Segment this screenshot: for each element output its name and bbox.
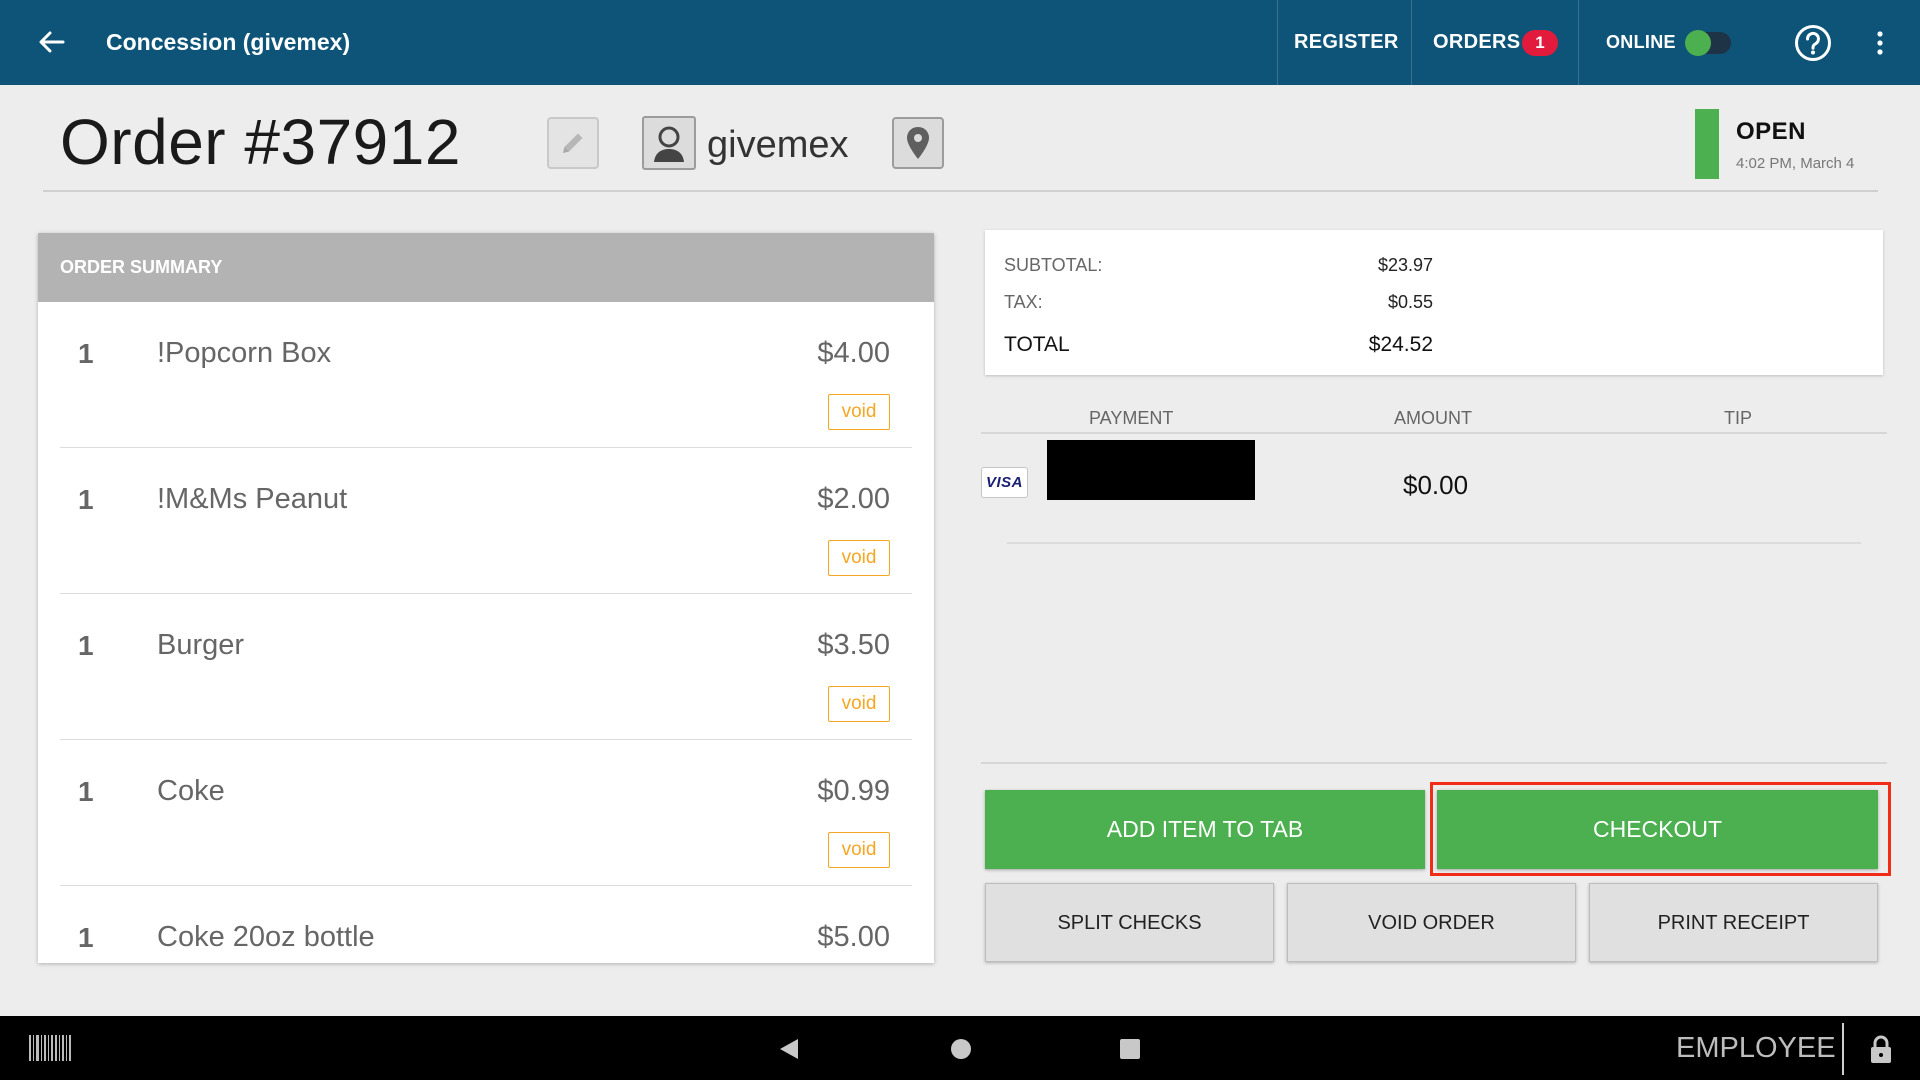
help-icon[interactable] (1794, 24, 1832, 62)
print-receipt-button[interactable]: PRINT RECEIPT (1589, 883, 1878, 962)
void-order-button[interactable]: VOID ORDER (1287, 883, 1576, 962)
order-item[interactable]: 1 !M&Ms Peanut $2.00 void (60, 448, 912, 594)
item-price: $3.50 (817, 629, 890, 661)
redacted-card-number (1047, 440, 1255, 500)
void-item-button[interactable]: void (828, 394, 890, 430)
nav-back-icon[interactable] (778, 1037, 800, 1066)
divider (1411, 0, 1412, 85)
header-divider (43, 190, 1878, 192)
total-value: $24.52 (1368, 333, 1433, 356)
item-quantity: 1 (78, 338, 94, 369)
online-toggle[interactable] (1685, 30, 1731, 56)
app-title: Concession (givemex) (106, 29, 351, 55)
item-name: Coke 20oz bottle (157, 921, 375, 953)
item-name: Coke (157, 775, 225, 807)
item-name: !Popcorn Box (157, 337, 332, 369)
order-summary-heading: ORDER SUMMARY (38, 233, 934, 302)
nav-home-icon[interactable] (950, 1038, 972, 1065)
back-arrow-icon[interactable] (30, 20, 74, 64)
customer-avatar-icon[interactable] (642, 116, 696, 170)
item-quantity: 1 (78, 484, 94, 515)
item-name: Burger (157, 629, 245, 661)
system-bar-divider (1842, 1023, 1844, 1075)
order-title: Order #37912 (60, 106, 461, 178)
payment-row-divider (1007, 542, 1861, 544)
order-status: OPEN (1736, 118, 1807, 145)
order-item[interactable]: 1 Coke 20oz bottle $5.00 (60, 886, 912, 963)
divider (1277, 0, 1278, 85)
orders-button[interactable]: ORDERS (1433, 0, 1520, 85)
subtotal-label: SUBTOTAL: (1004, 255, 1103, 275)
register-button[interactable]: REGISTER (1294, 0, 1399, 85)
payment-amount: $0.00 (1403, 470, 1469, 500)
tip-column-header: TIP (1724, 408, 1753, 428)
employee-button[interactable]: EMPLOYEE (1676, 1032, 1836, 1065)
order-timestamp: 4:02 PM, March 4 (1736, 155, 1855, 172)
customer-name: givemex (707, 124, 849, 166)
payments-header-divider (981, 432, 1887, 434)
location-pin-icon[interactable] (892, 117, 944, 169)
subtotal-value: $23.97 (1377, 255, 1433, 275)
order-item[interactable]: 1 Burger $3.50 void (60, 594, 912, 740)
payments-footer-divider (981, 762, 1887, 764)
item-quantity: 1 (78, 630, 94, 661)
order-item[interactable]: 1 Coke $0.99 void (60, 740, 912, 886)
item-price: $2.00 (817, 483, 890, 515)
amount-column-header: AMOUNT (1394, 408, 1472, 428)
split-checks-button[interactable]: SPLIT CHECKS (985, 883, 1274, 962)
online-label: ONLINE (1606, 32, 1676, 52)
tax-value: $0.55 (1387, 292, 1433, 312)
more-options-icon[interactable] (1868, 26, 1892, 60)
void-item-button[interactable]: void (828, 686, 890, 722)
void-item-button[interactable]: void (828, 540, 890, 576)
barcode-scanner-icon[interactable] (29, 1035, 72, 1061)
item-quantity: 1 (78, 922, 94, 953)
divider (1578, 0, 1579, 85)
lock-icon[interactable] (1868, 1034, 1894, 1064)
orders-count-badge: 1 (1522, 30, 1558, 56)
void-item-button[interactable]: void (828, 832, 890, 868)
tax-label: TAX: (1004, 292, 1043, 312)
item-price: $4.00 (817, 337, 890, 369)
toggle-knob (1685, 30, 1711, 56)
edit-pencil-icon[interactable] (547, 117, 599, 169)
order-item[interactable]: 1 !Popcorn Box $4.00 void (60, 302, 912, 448)
status-indicator (1695, 109, 1719, 179)
total-label: TOTAL (1004, 333, 1070, 356)
add-item-to-tab-button[interactable]: ADD ITEM TO TAB (985, 790, 1425, 869)
app-bar: Concession (givemex) REGISTER ORDERS 1 O… (0, 0, 1920, 85)
nav-recents-icon[interactable] (1120, 1039, 1140, 1064)
totals-card: SUBTOTAL: $23.97 TAX: $0.55 TOTAL $24.52 (985, 230, 1883, 375)
order-summary-panel: ORDER SUMMARY 1 !Popcorn Box $4.00 void … (38, 233, 934, 963)
checkout-button[interactable]: CHECKOUT (1437, 790, 1878, 869)
payment-column-header: PAYMENT (1089, 408, 1174, 428)
item-quantity: 1 (78, 776, 94, 807)
item-price: $0.99 (817, 775, 890, 807)
item-name: !M&Ms Peanut (157, 483, 348, 515)
item-price: $5.00 (817, 921, 890, 953)
visa-card-icon: VISA (981, 467, 1028, 498)
